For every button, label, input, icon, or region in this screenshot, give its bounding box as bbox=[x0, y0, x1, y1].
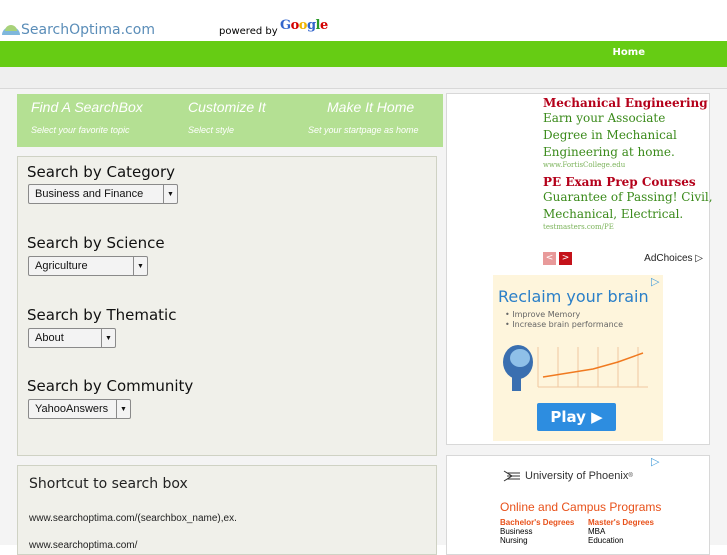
thematic-heading: Search by Thematic bbox=[27, 306, 177, 324]
shortcut-more: www.searchoptima.com/ bbox=[29, 540, 138, 551]
category-heading: Search by Category bbox=[27, 163, 175, 181]
google-logo-letter: o bbox=[290, 18, 300, 33]
chevron-down-icon: ▼ bbox=[163, 185, 177, 203]
adchoices-icon[interactable]: ▷ bbox=[651, 455, 659, 468]
google-logo-letter: G bbox=[280, 18, 291, 33]
adchoices-link[interactable]: AdChoices ▷ bbox=[644, 253, 703, 264]
brain-ad-bullet: • Increase brain performance bbox=[505, 320, 623, 329]
thematic-select[interactable]: About ▼ bbox=[28, 328, 116, 348]
chevron-down-icon: ▼ bbox=[133, 257, 147, 275]
adchoices-icon: ▷ bbox=[695, 253, 703, 264]
chevron-down-icon: ▼ bbox=[101, 329, 115, 347]
ad-pager: < > AdChoices ▷ bbox=[543, 252, 713, 266]
brain-ad-title: Reclaim your brain bbox=[498, 287, 649, 306]
step-find-searchbox[interactable]: Find A SearchBox Select your favorite to… bbox=[31, 99, 143, 135]
science-select[interactable]: Agriculture ▼ bbox=[28, 256, 148, 276]
uop-headline: Online and Campus Programs bbox=[500, 500, 662, 514]
step-customize[interactable]: Customize It Select style bbox=[188, 99, 266, 135]
text-ad-item[interactable]: Mechanical Engineering Earn your Associa… bbox=[543, 96, 713, 170]
brain-chart-icon bbox=[503, 345, 648, 391]
brain-ad-bullet: • Improve Memory bbox=[505, 310, 581, 319]
category-select[interactable]: Business and Finance ▼ bbox=[28, 184, 178, 204]
ad-next-button[interactable]: > bbox=[559, 252, 572, 265]
site-name: SearchOptima.com bbox=[21, 22, 155, 38]
text-ad-item[interactable]: PE Exam Prep Courses Guarantee of Passin… bbox=[543, 175, 713, 232]
shortcut-url: www.searchoptima.com/(searchbox_name),ex… bbox=[29, 513, 237, 524]
community-heading: Search by Community bbox=[27, 377, 194, 395]
text-ad-list: Mechanical Engineering Earn your Associa… bbox=[543, 96, 713, 232]
google-logo-letter: o bbox=[298, 18, 308, 33]
uop-ad[interactable]: ▷ University of Phoenix ® Online and Camp… bbox=[493, 455, 663, 555]
play-button[interactable]: Play ▶ bbox=[537, 403, 616, 431]
category-panel: Search by Category Business and Finance … bbox=[17, 156, 437, 456]
shortcut-panel: Shortcut to search box www.searchoptima.… bbox=[17, 465, 437, 555]
community-select[interactable]: YahooAnswers ▼ bbox=[28, 399, 131, 419]
uop-bachelors-col: Bachelor's Degrees Business Nursing bbox=[500, 518, 575, 545]
chevron-down-icon: ▼ bbox=[116, 400, 130, 418]
ad-prev-button[interactable]: < bbox=[543, 252, 556, 265]
main-navbar: Home bbox=[0, 41, 727, 67]
nav-home-link[interactable]: Home bbox=[613, 47, 645, 58]
logo-wave-icon bbox=[2, 24, 20, 36]
google-logo-letter: g bbox=[306, 18, 316, 33]
google-logo-letter: e bbox=[320, 18, 328, 33]
powered-by-label: powered by bbox=[219, 26, 278, 37]
top-header: SearchOptima.com powered by Google bbox=[0, 18, 727, 41]
science-heading: Search by Science bbox=[27, 234, 165, 252]
uop-logo: University of Phoenix ® bbox=[503, 469, 633, 483]
step-make-home[interactable]: Make It Home Set your startpage as home bbox=[308, 99, 419, 135]
shortcut-title: Shortcut to search box bbox=[29, 476, 188, 492]
steps-banner: Find A SearchBox Select your favorite to… bbox=[17, 94, 443, 147]
google-logo: Google bbox=[280, 18, 328, 33]
adchoices-icon[interactable]: ▷ bbox=[651, 275, 659, 288]
site-logo[interactable]: SearchOptima.com bbox=[2, 22, 155, 38]
uop-masters-col: Master's Degrees MBA Education bbox=[588, 518, 654, 545]
sub-navbar bbox=[0, 67, 727, 89]
phoenix-icon bbox=[503, 470, 520, 482]
brain-ad[interactable]: ▷ Reclaim your brain • Improve Memory • … bbox=[493, 275, 663, 441]
